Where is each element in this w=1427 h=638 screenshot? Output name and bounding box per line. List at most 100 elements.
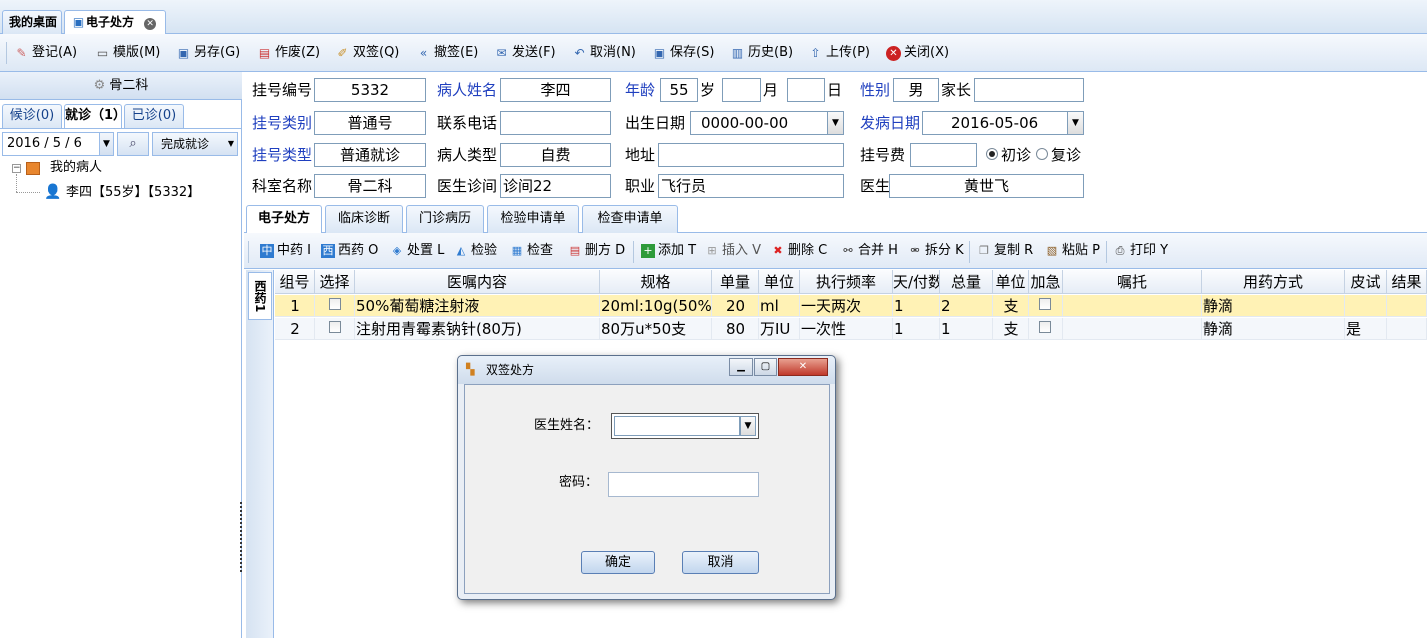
lab-button[interactable]: ◭ 检验 [454,242,497,260]
exam-button[interactable]: ▦ 检查 [510,242,553,260]
herbal-button[interactable]: 中中药 I [260,242,311,260]
ok-button[interactable]: 确定 [581,551,655,574]
date-picker[interactable]: 2016 / 5 / 6 ▼ [2,132,114,156]
search-button[interactable]: ⌕ [117,132,149,156]
revoke-sign-button[interactable]: « 撤签(E) [416,43,479,63]
merge-button[interactable]: ⚯ 合并 H [841,242,898,260]
tab-lab-request[interactable]: 检验申请单 [487,205,579,233]
table-row[interactable]: 2 注射用青霉素钠针(80万) 80万u*50支 80 万IU 一次性 1 1 … [275,318,1427,340]
gender-field[interactable]: 男 [893,78,939,102]
void-button[interactable]: ▤ 作废(Z) [257,43,320,63]
delete-button[interactable]: ✖ 删除 C [771,242,827,260]
cancel-dialog-button[interactable]: 取消 [682,551,759,574]
delete-rx-button[interactable]: ▤ 删方 D [568,242,625,260]
close-button[interactable]: ✕ 关闭(X) [886,43,949,63]
tab-exam-request[interactable]: 检查申请单 [582,205,678,233]
splitter-handle[interactable] [240,502,243,572]
western-button[interactable]: 西西药 O [321,242,378,260]
chevron-down-icon[interactable]: ▼ [99,133,113,155]
tab-prescription[interactable]: ▣ 电子处方 ✕ [64,10,166,35]
save-button[interactable]: ▣ 保存(S) [652,43,715,63]
chevron-down-icon[interactable]: ▼ [740,416,756,436]
double-sign-button[interactable]: ✐ 双签(Q) [335,43,399,63]
first-visit-radio[interactable] [986,148,998,160]
revisit-radio[interactable] [1036,148,1048,160]
register-button[interactable]: ✎ 登记(A) [14,43,77,63]
header-frequency: 执行频率 [800,270,893,294]
button-label: 取消(N) [590,45,636,60]
tab-medical-record[interactable]: 门诊病历 [406,205,484,233]
record-tab-bar: 电子处方 临床诊断 门诊病历 检验申请单 检查申请单 [244,203,1427,234]
pen-icon: ✐ [337,45,348,60]
reg-type-field[interactable]: 普通就诊 [314,143,426,167]
delete-icon: ✖ [773,244,783,257]
print-button[interactable]: ⎙ 打印 Y [1113,242,1168,260]
row-checkbox[interactable] [329,321,341,333]
send-button[interactable]: ✉ 发送(F) [494,43,555,63]
button-label: 关闭(X) [904,45,950,60]
tab-diagnosis[interactable]: 临床诊断 [325,205,403,233]
dept-field[interactable]: 骨二科 [314,174,426,198]
patient-name-field[interactable]: 李四 [500,78,611,102]
cell-route: 静滴 [1202,318,1345,340]
day-field[interactable] [787,78,825,102]
age-field[interactable]: 55 [660,78,698,102]
tab-visited[interactable]: 已诊(0) [124,104,184,128]
tab-e-prescription[interactable]: 电子处方 [246,205,322,234]
chevron-down-icon[interactable]: ▼ [1067,112,1083,134]
copy-button[interactable]: ❐ 复制 R [977,242,1033,260]
button-label: 复制 R [994,243,1034,258]
maximize-button[interactable]: ▢ [754,358,777,376]
patient-type-field[interactable]: 自费 [500,143,611,167]
reg-no-field[interactable]: 5332 [314,78,426,102]
month-field[interactable] [722,78,761,102]
clinic-field[interactable]: 诊间22 [500,174,611,198]
tab-label: 检查申请单 [597,211,663,226]
save-as-button[interactable]: ▣ 另存(G) [176,43,240,63]
fee-field[interactable] [910,143,977,167]
reg-category-field[interactable]: 普通号 [314,111,426,135]
button-label: 撤签(E) [434,45,479,60]
phone-field[interactable] [500,111,611,135]
table-row[interactable]: 1 50%葡萄糖注射液 20ml:10g(50%) 20 ml 一天两次 1 2… [275,295,1427,317]
password-field[interactable] [608,472,759,497]
chevron-down-icon[interactable]: ▼ [827,112,843,134]
minimize-button[interactable]: ▁ [729,358,753,376]
job-field[interactable]: 飞行员 [658,174,844,198]
tab-label: 我的桌面 [9,15,58,29]
tab-visiting[interactable]: 就诊（1） [64,104,126,128]
header-dose: 单量 [712,270,759,294]
urgent-checkbox[interactable] [1039,298,1051,310]
button-label: 打印 Y [1130,243,1169,258]
upload-icon: ⇧ [810,45,821,60]
parent-field[interactable] [974,78,1084,102]
history-button[interactable]: ▥ 历史(B) [730,43,793,63]
tree-item-patient[interactable]: 李四【55岁】【5332】 [66,183,200,203]
address-field[interactable] [658,143,844,167]
collapse-icon[interactable]: − [12,164,21,173]
template-button[interactable]: ▭ 模版(M) [95,43,161,63]
urgent-checkbox[interactable] [1039,321,1051,333]
tab-my-desktop[interactable]: 我的桌面 [2,10,62,34]
close-window-button[interactable]: ✕ [778,358,828,376]
tab-waiting[interactable]: 候诊(0) [2,104,62,128]
tab-western-1[interactable]: 西药1 [248,272,272,320]
row-checkbox[interactable] [329,298,341,310]
tree-root-my-patients[interactable]: 我的病人 [50,158,102,178]
insert-button[interactable]: ⊞ 插入 V [705,242,761,260]
onset-date-select[interactable]: 2016-05-06 ▼ [922,111,1084,135]
doctor-name-select[interactable]: ▼ [611,413,759,439]
birth-date-select[interactable]: 0000-00-00 ▼ [690,111,844,135]
cancel-button[interactable]: ↶ 取消(N) [572,43,636,63]
doctor-field[interactable]: 黄世飞 [889,174,1084,198]
paste-button[interactable]: ▧ 粘贴 P [1045,242,1100,260]
close-tab-icon[interactable]: ✕ [144,18,157,30]
split-button[interactable]: ⚮ 拆分 K [908,242,963,260]
treatment-button[interactable]: ◈ 处置 L [390,242,445,260]
add-button[interactable]: + 添加 T [641,242,696,260]
upload-button[interactable]: ⇧ 上传(P) [808,43,870,63]
finish-visit-button[interactable]: 完成就诊 ▼ [152,132,238,156]
dialog-titlebar[interactable]: ▚ 双签处方 ▁ ▢ ✕ [458,356,835,384]
tab-label: 就诊（1） [65,108,127,123]
cell-skin-test: 是 [1345,318,1387,340]
